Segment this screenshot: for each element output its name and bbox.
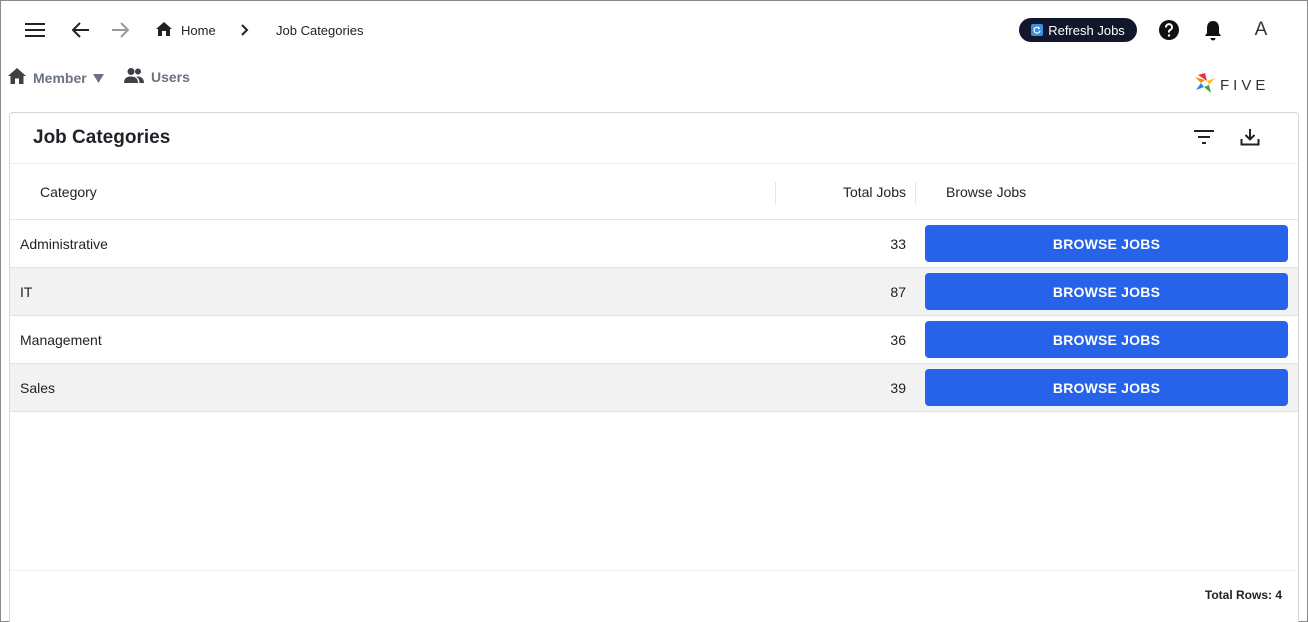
browse-jobs-button[interactable]: BROWSE JOBS xyxy=(925,273,1288,310)
five-logo: FIVE xyxy=(1194,71,1269,100)
user-avatar[interactable]: A xyxy=(1251,19,1271,41)
home-icon xyxy=(7,67,27,88)
refresh-jobs-button[interactable]: Refresh Jobs xyxy=(1019,18,1137,42)
home-icon xyxy=(155,21,173,40)
refresh-icon xyxy=(1031,24,1044,36)
category-cell: Management xyxy=(20,331,102,348)
help-icon[interactable] xyxy=(1157,18,1181,42)
breadcrumb-chevron-icon xyxy=(237,20,253,40)
total-jobs-cell: 36 xyxy=(890,331,906,348)
total-jobs-cell: 33 xyxy=(890,235,906,252)
category-cell: IT xyxy=(20,283,33,300)
table-row[interactable]: Sales 39 BROWSE JOBS xyxy=(10,364,1298,412)
table-header: Category Total Jobs Browse Jobs xyxy=(10,163,1298,220)
top-bar: Home Job Categories Refresh Jobs A xyxy=(1,1,1307,59)
browse-jobs-button[interactable]: BROWSE JOBS xyxy=(925,225,1288,262)
table-row[interactable]: Administrative 33 BROWSE JOBS xyxy=(10,220,1298,268)
total-jobs-cell: 87 xyxy=(890,283,906,300)
browse-jobs-button[interactable]: BROWSE JOBS xyxy=(925,321,1288,358)
back-arrow-icon[interactable] xyxy=(69,18,93,42)
five-logo-text: FIVE xyxy=(1220,77,1270,94)
column-header-browse-jobs[interactable]: Browse Jobs xyxy=(946,164,1026,220)
menu-item-member-label: Member xyxy=(33,69,87,86)
total-rows-label: Total Rows: 4 xyxy=(1204,588,1282,602)
menu-bar: Member Users FIVE xyxy=(1,59,1307,111)
browse-jobs-button[interactable]: BROWSE JOBS xyxy=(925,369,1288,406)
table-row[interactable]: IT 87 BROWSE JOBS xyxy=(10,268,1298,316)
table-row[interactable]: Management 36 BROWSE JOBS xyxy=(10,316,1298,364)
category-cell: Administrative xyxy=(20,235,108,252)
hamburger-menu-icon[interactable] xyxy=(23,18,47,42)
menu-item-member[interactable]: Member xyxy=(7,67,104,88)
panel-toolbar xyxy=(1192,125,1262,149)
download-icon[interactable] xyxy=(1238,125,1262,149)
total-jobs-cell: 39 xyxy=(890,379,906,396)
breadcrumb-home[interactable]: Home xyxy=(155,21,216,40)
column-header-category[interactable]: Category xyxy=(40,164,97,220)
column-divider xyxy=(775,182,776,204)
users-icon xyxy=(123,67,145,86)
refresh-jobs-label: Refresh Jobs xyxy=(1048,22,1125,38)
category-cell: Sales xyxy=(20,379,56,396)
dropdown-caret-icon xyxy=(92,70,104,86)
table-footer: Total Rows: 4 xyxy=(10,570,1298,622)
five-logo-mark-icon xyxy=(1194,71,1216,100)
breadcrumb-home-label: Home xyxy=(181,23,216,38)
forward-arrow-icon[interactable] xyxy=(108,18,132,42)
menu-item-users[interactable]: Users xyxy=(123,67,190,86)
breadcrumb-current: Job Categories xyxy=(276,23,364,38)
column-divider xyxy=(915,182,916,204)
job-categories-panel: Job Categories Category Total Jobs Brows… xyxy=(9,112,1299,622)
notifications-bell-icon[interactable] xyxy=(1201,18,1225,42)
menu-item-users-label: Users xyxy=(151,68,190,85)
filter-icon[interactable] xyxy=(1192,125,1216,149)
page-title: Job Categories xyxy=(33,127,171,148)
column-header-total-jobs[interactable]: Total Jobs xyxy=(790,164,906,220)
